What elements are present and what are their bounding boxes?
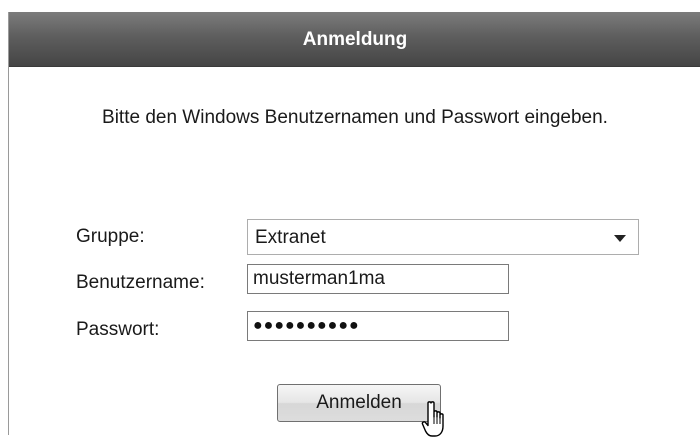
login-panel: Anmeldung Bitte den Windows Benutzername… — [8, 12, 700, 437]
chevron-down-icon[interactable] — [614, 235, 626, 242]
group-label: Gruppe: — [76, 226, 145, 247]
password-value: ●●●●●●●●●● — [253, 317, 360, 334]
group-select[interactable]: Extranet — [247, 219, 639, 255]
hand-pointer-icon — [421, 401, 444, 437]
username-input[interactable]: musterman1ma — [247, 264, 509, 294]
password-input[interactable]: ●●●●●●●●●● — [247, 311, 509, 341]
group-select-value: Extranet — [255, 227, 326, 248]
password-label: Passwort: — [76, 319, 160, 340]
panel-header: Anmeldung — [9, 12, 700, 67]
panel-title: Anmeldung — [302, 29, 408, 50]
username-label: Benutzername: — [76, 272, 205, 293]
username-value: musterman1ma — [253, 268, 385, 289]
login-instructions: Bitte den Windows Benutzernamen und Pass… — [102, 107, 608, 128]
login-button[interactable]: Anmelden — [277, 384, 441, 422]
